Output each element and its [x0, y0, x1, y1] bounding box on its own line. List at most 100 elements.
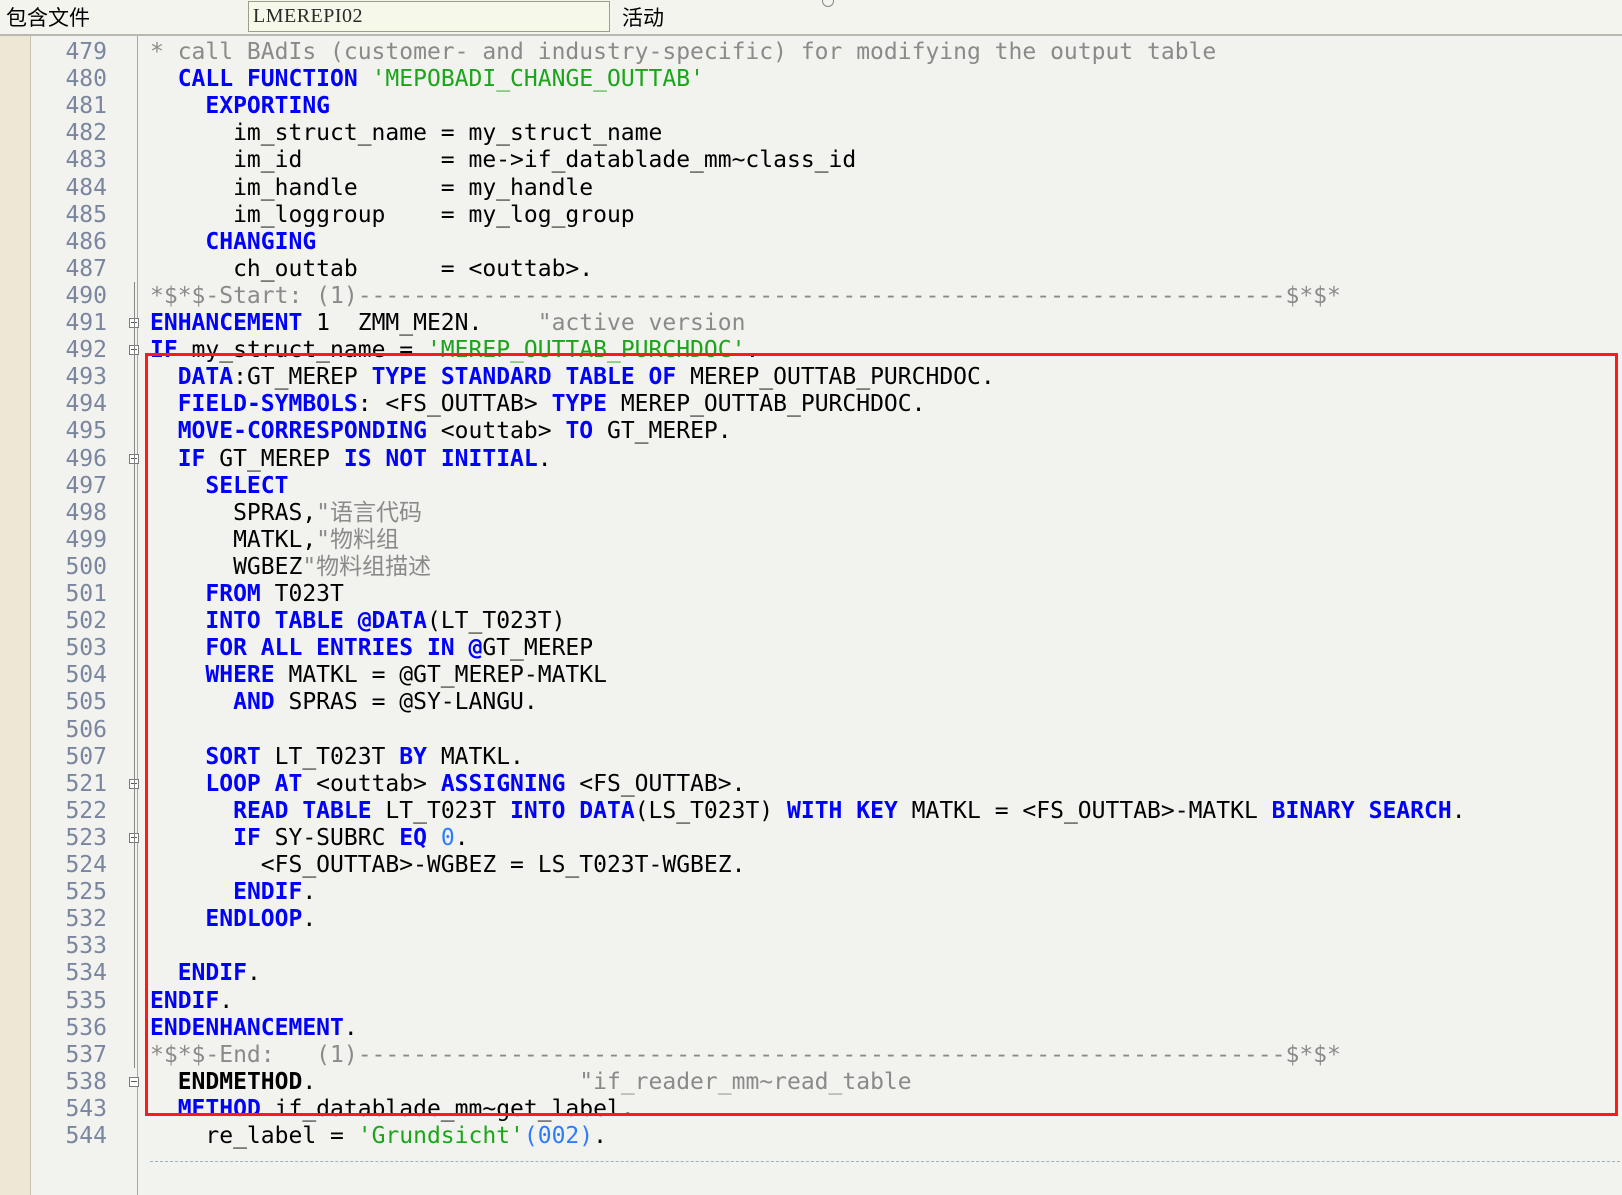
code-line[interactable]: IF my_struct_name = 'MEREP_OUTTAB_PURCHD… [150, 336, 759, 364]
line-number: 495 [65, 418, 107, 445]
code-token: . [1451, 797, 1466, 824]
code-token: . [454, 824, 469, 851]
code-line[interactable]: LOOP AT <outtab> ASSIGNING <FS_OUTTAB>. [150, 770, 745, 798]
code-line[interactable]: CALL FUNCTION 'MEPOBADI_CHANGE_OUTTAB' [150, 65, 704, 93]
line-number: 537 [65, 1041, 107, 1068]
code-token: if_datablade_mm~get_label. [260, 1095, 635, 1122]
code-token: . [302, 1068, 580, 1095]
line-number: 483 [65, 147, 107, 174]
code-line[interactable]: ENDMETHOD. "if_reader_mm~read_table [150, 1068, 912, 1096]
comment-token: "语言代码 [316, 499, 423, 526]
code-line[interactable]: IF SY-SUBRC EQ 0. [150, 824, 469, 852]
keyword-token: IF [150, 337, 178, 364]
code-token: 1 ZMM_ME2N. [302, 310, 538, 336]
code-line[interactable]: re_label = 'Grundsicht'(002). [150, 1122, 607, 1150]
code-token: GT_MEREP. [593, 418, 732, 445]
code-line[interactable]: *$*$-Start: (1)-------------------------… [150, 282, 1341, 310]
code-line[interactable]: SELECT [150, 472, 288, 500]
code-line[interactable]: MATKL,"物料组 [150, 526, 399, 554]
code-line[interactable]: METHOD if_datablade_mm~get_label. [150, 1095, 635, 1123]
keyword-token: IS NOT INITIAL [343, 445, 538, 472]
code-line[interactable]: DATA:GT_MEREP TYPE STANDARD TABLE OF MER… [150, 363, 995, 391]
keyword-token: SORT [205, 743, 261, 770]
fold-toggle-icon[interactable] [129, 1076, 139, 1087]
code-line[interactable]: ENDIF. [150, 878, 316, 906]
code-line[interactable]: im_struct_name = my_struct_name [150, 119, 662, 147]
code-line[interactable]: SPRAS,"语言代码 [150, 499, 422, 527]
code-line[interactable]: * call BAdIs (customer- and industry-spe… [150, 38, 1216, 66]
code-token: SY-SUBRC [260, 824, 400, 851]
keyword-token: FIELD-SYMBOLS [177, 391, 358, 418]
code-line[interactable]: IF GT_MEREP IS NOT INITIAL. [150, 445, 552, 473]
code-token: MATKL = @GT_MEREP-MATKL [274, 662, 607, 689]
comment-token: "物料组描述 [302, 553, 432, 580]
method-separator [150, 1161, 1620, 1162]
keyword-token: TYPE STANDARD TABLE OF [371, 364, 677, 391]
code-line[interactable]: READ TABLE LT_T023T INTO DATA(LS_T023T) … [150, 797, 1466, 825]
code-line[interactable]: AND SPRAS = @SY-LANGU. [150, 688, 538, 716]
code-token: my_struct_name = [177, 337, 427, 364]
line-number: 500 [65, 553, 107, 580]
code-line[interactable]: FOR ALL ENTRIES IN @GT_MEREP [150, 634, 593, 662]
code-line[interactable]: im_loggroup = my_log_group [150, 201, 635, 229]
code-token: MATKL, [150, 526, 317, 553]
code-token: re_label = [150, 1123, 358, 1149]
code-line[interactable]: FIELD-SYMBOLS: <FS_OUTTAB> TYPE MEREP_OU… [150, 390, 926, 418]
code-line[interactable]: <FS_OUTTAB>-WGBEZ = LS_T023T-WGBEZ. [150, 851, 746, 879]
code-line[interactable]: ENDLOOP. [150, 905, 316, 933]
code-line[interactable]: im_id = me->if_datablade_mm~class_id [150, 146, 856, 174]
comment-token: *$*$-Start: (1)-------------------------… [150, 282, 1341, 309]
string-token: 'Grundsicht' [357, 1123, 524, 1149]
code-token: im_id = me->if_datablade_mm~class_id [150, 147, 857, 174]
code-line[interactable]: ENDIF. [150, 959, 261, 987]
code-line[interactable]: WHERE MATKL = @GT_MEREP-MATKL [150, 661, 607, 689]
status-label: 活动 [622, 6, 664, 30]
code-line[interactable]: *$*$-End: (1)---------------------------… [150, 1041, 1341, 1069]
code-line[interactable]: MOVE-CORRESPONDING <outtab> TO GT_MEREP. [150, 417, 732, 445]
code-line[interactable]: ENDENHANCEMENT. [150, 1014, 358, 1042]
code-token: . [246, 960, 261, 987]
code-token: . [302, 879, 317, 906]
cursor-marker-icon [822, 0, 834, 7]
code-line[interactable]: im_handle = my_handle [150, 174, 593, 202]
code-line[interactable]: ENHANCEMENT 1 ZMM_ME2N. "active version [150, 309, 745, 337]
code-line[interactable]: ch_outtab = <outtab>. [150, 255, 593, 283]
keyword-token: TO [565, 418, 594, 445]
code-token: GT_MEREP [482, 635, 594, 662]
string-token: 'MEREP_OUTTAB_PURCHDOC' [426, 337, 746, 364]
code-line[interactable]: SORT LT_T023T BY MATKL. [150, 743, 524, 771]
abap-code-editor[interactable]: 479 * call BAdIs (customer- and industry-… [0, 36, 1622, 1195]
code-token: SPRAS = @SY-LANGU. [274, 689, 538, 716]
line-number: 532 [65, 906, 107, 933]
code-token: ch_outtab = <outtab>. [150, 255, 594, 282]
keyword-token: AND [233, 689, 275, 716]
line-number: 536 [65, 1014, 107, 1041]
code-token: MATKL. [426, 743, 524, 770]
code-line[interactable]: WGBEZ"物料组描述 [150, 553, 431, 581]
line-number: 480 [65, 66, 107, 93]
program-name-field[interactable]: LMEREPI02 [248, 1, 610, 32]
code-token: <outtab> [426, 418, 566, 445]
line-number: 494 [65, 391, 107, 418]
code-token: T023T [260, 581, 344, 607]
keyword-token: ASSIGNING [440, 770, 566, 797]
code-line[interactable]: EXPORTING [150, 92, 330, 120]
code-token: : <FS_OUTTAB> [357, 391, 552, 418]
code-line[interactable]: ENDIF. [150, 987, 233, 1015]
code-token: SPRAS, [150, 499, 317, 526]
line-number: 491 [65, 310, 107, 336]
code-line[interactable]: CHANGING [150, 228, 316, 256]
code-line[interactable]: FROM T023T [150, 580, 344, 608]
line-number: 502 [65, 608, 107, 635]
code-line[interactable]: INTO TABLE @DATA(LT_T023T) [150, 607, 565, 635]
line-number: 533 [65, 933, 107, 960]
